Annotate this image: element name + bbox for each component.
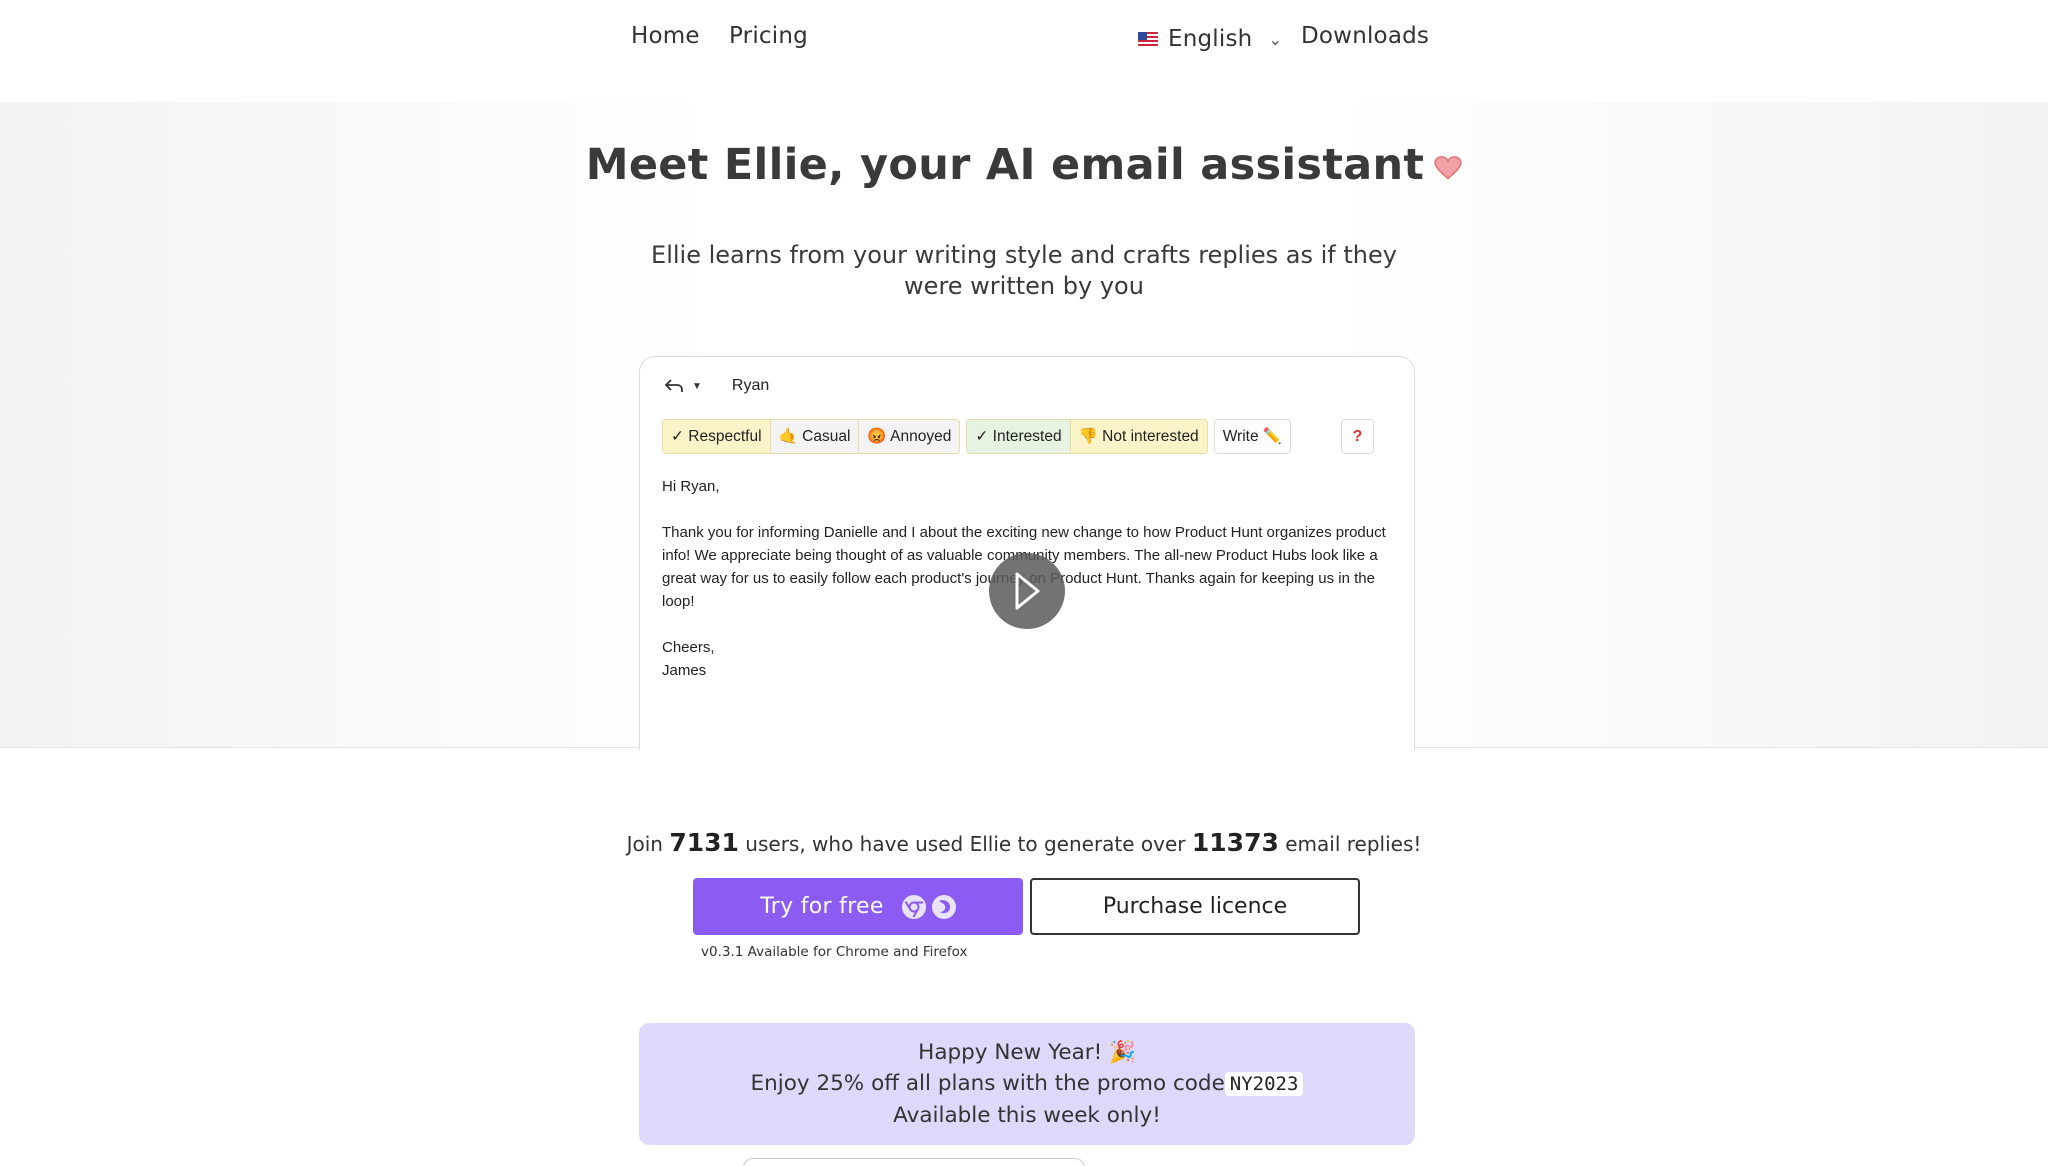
write-button[interactable]: Write ✏️ xyxy=(1213,419,1292,454)
play-icon xyxy=(1015,572,1040,610)
top-nav: Home Pricing English ⌄ Downloads xyxy=(0,0,2048,102)
tone-casual-button[interactable]: 🤙 Casual xyxy=(770,420,860,453)
stats-join: Join xyxy=(626,832,663,856)
tone-respectful-button[interactable]: ✓ Respectful xyxy=(663,420,771,453)
users-count: 7131 xyxy=(669,828,739,857)
version-note: v0.3.1 Available for Chrome and Firefox xyxy=(701,944,968,960)
promo-headline: Happy New Year! 🎉 xyxy=(918,1040,1136,1065)
stats-end: email replies! xyxy=(1285,832,1422,856)
email-greeting: Hi Ryan, xyxy=(662,478,720,495)
reply-arrow-icon[interactable] xyxy=(664,378,684,394)
promo-availability: Available this week only! xyxy=(893,1103,1161,1128)
recipient-name: Ryan xyxy=(731,377,770,394)
page-title-text: Meet Ellie, your AI email assistant xyxy=(585,140,1425,190)
nav-home-link[interactable]: Home xyxy=(631,23,700,49)
hero-section: Meet Ellie, your AI email assistant Elli… xyxy=(0,102,2048,750)
browser-icons xyxy=(901,894,956,919)
promo-banner: Happy New Year! 🎉 Enjoy 25% off all plan… xyxy=(639,1023,1415,1145)
nav-downloads-link[interactable]: Downloads xyxy=(1301,23,1429,49)
promo-offer-text: Enjoy 25% off all plans with the promo c… xyxy=(750,1071,1225,1096)
page-title: Meet Ellie, your AI email assistant xyxy=(0,140,2048,190)
heart-icon xyxy=(1434,155,1462,180)
tone-toolbar: ✓ Respectful 🤙 Casual 😡 Annoyed ✓ Intere… xyxy=(662,419,1292,454)
usage-stats: Join 7131 users, who have used Ellie to … xyxy=(0,828,2048,857)
intent-interested-button[interactable]: ✓ Interested xyxy=(967,420,1071,453)
us-flag-icon xyxy=(1138,32,1158,46)
play-button[interactable] xyxy=(989,553,1065,629)
chrome-icon xyxy=(901,894,926,919)
help-button[interactable]: ? xyxy=(1341,419,1374,454)
email-signoff: Cheers, xyxy=(662,639,715,656)
hero-subtitle: Ellie learns from your writing style and… xyxy=(651,241,1397,300)
intent-group: ✓ Interested 👎 Not interested xyxy=(966,419,1208,454)
demo-video-preview[interactable]: ▼ Ryan ✓ Respectful 🤙 Casual 😡 Annoyed ✓… xyxy=(639,356,1415,750)
email-signature: James xyxy=(662,662,707,679)
firefox-icon xyxy=(931,894,956,919)
tone-annoyed-button[interactable]: 😡 Annoyed xyxy=(859,420,960,453)
try-button-label: Try for free xyxy=(760,894,884,919)
promo-offer: Enjoy 25% off all plans with the promo c… xyxy=(639,1068,1415,1100)
tone-group: ✓ Respectful 🤙 Casual 😡 Annoyed xyxy=(662,419,961,454)
next-section-card xyxy=(743,1158,1085,1166)
language-label: English xyxy=(1168,26,1253,52)
intent-not-interested-button[interactable]: 👎 Not interested xyxy=(1070,420,1207,453)
caret-down-icon[interactable]: ▼ xyxy=(692,381,702,392)
purchase-licence-button[interactable]: Purchase licence xyxy=(1030,878,1360,935)
stats-middle: users, who have used Ellie to generate o… xyxy=(745,832,1186,856)
replies-count: 11373 xyxy=(1191,828,1279,857)
promo-code[interactable]: NY2023 xyxy=(1224,1072,1304,1096)
reply-header: ▼ Ryan xyxy=(664,377,769,395)
language-selector[interactable]: English ⌄ xyxy=(1138,26,1282,52)
try-for-free-button[interactable]: Try for free xyxy=(693,878,1023,935)
chevron-down-icon: ⌄ xyxy=(1268,29,1283,49)
nav-pricing-link[interactable]: Pricing xyxy=(729,23,808,49)
